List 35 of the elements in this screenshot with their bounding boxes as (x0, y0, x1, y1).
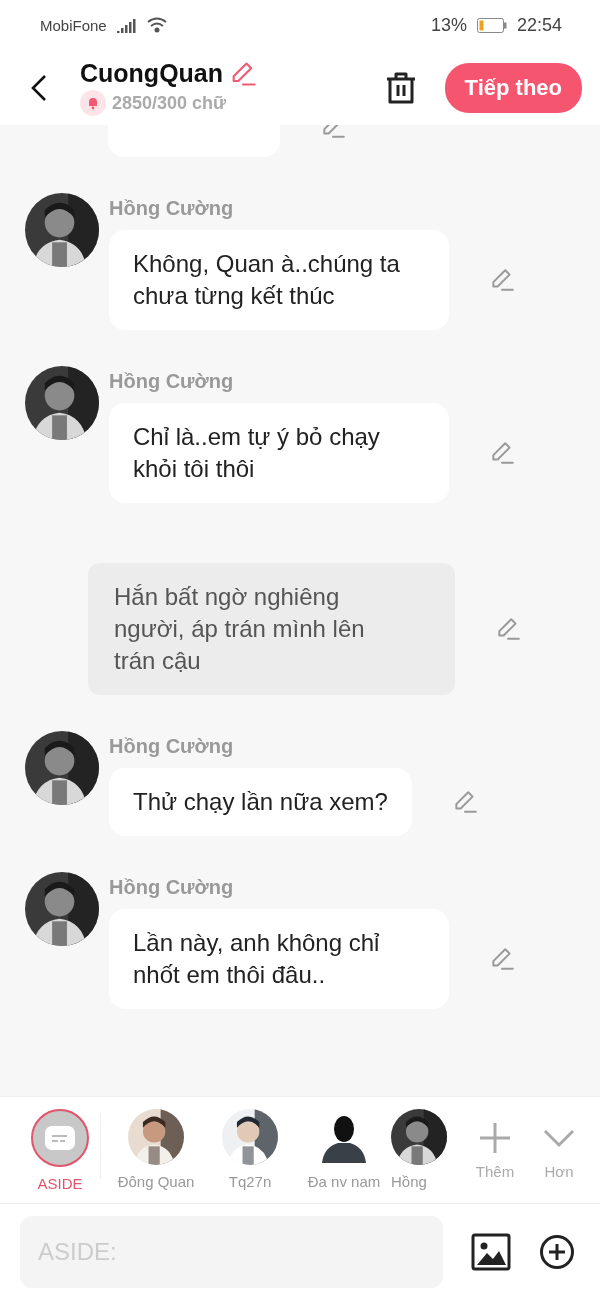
character-tab[interactable]: Đa nv nam (297, 1108, 391, 1190)
message-bubble: Thử chạy lần nữa xem? (109, 768, 412, 836)
next-button[interactable]: Tiếp theo (444, 62, 582, 113)
add-button[interactable] (539, 1234, 575, 1270)
message-bubble: Không, Quan à..chúng ta chưa từng kết thúc (109, 230, 449, 330)
speaker-name: Hồng Cường (109, 735, 235, 758)
speaker-name: Hồng Cường (109, 876, 235, 899)
signal-icon (116, 17, 137, 33)
battery-icon (476, 17, 507, 33)
message-bubble: Lần này, anh không chỉ nhốt em thôi đâu.. (109, 909, 449, 1009)
edit-button[interactable] (489, 440, 515, 466)
more-button[interactable]: Hơn (528, 1120, 590, 1180)
narration-bubble: Hắn bất ngờ nghiêng người, áp trán mình lên trán cậu (88, 563, 455, 695)
character-tab[interactable]: Đông Quan (109, 1108, 203, 1190)
edit-button[interactable] (489, 946, 515, 972)
character-tab[interactable]: Tq27n (203, 1108, 297, 1190)
message-bubble: Chỉ là..em tự ý bỏ chạy khỏi tôi thôi (109, 403, 449, 503)
speaker-name: Hồng Cường (109, 197, 235, 220)
carrier-name: MobiFone (40, 16, 107, 34)
wifi-icon (146, 17, 167, 33)
delete-button[interactable] (384, 70, 417, 105)
speaker-name: Hồng Cường (109, 370, 235, 393)
edit-button[interactable] (489, 267, 515, 293)
character-count: 2850/300 chữ (112, 92, 227, 114)
clock: 22:54 (516, 14, 562, 36)
bell-icon (80, 90, 106, 116)
edit-button[interactable] (495, 616, 521, 642)
add-button[interactable]: Thêm (464, 1120, 526, 1180)
story-title: CuongQuan (80, 59, 224, 88)
image-button[interactable] (471, 1233, 511, 1271)
character-tab[interactable]: Hồng (391, 1108, 462, 1190)
note-icon (45, 1125, 75, 1150)
character-tab[interactable]: ASIDE (20, 1108, 100, 1192)
battery-percent: 13% (430, 14, 467, 36)
plus-icon (478, 1120, 512, 1155)
